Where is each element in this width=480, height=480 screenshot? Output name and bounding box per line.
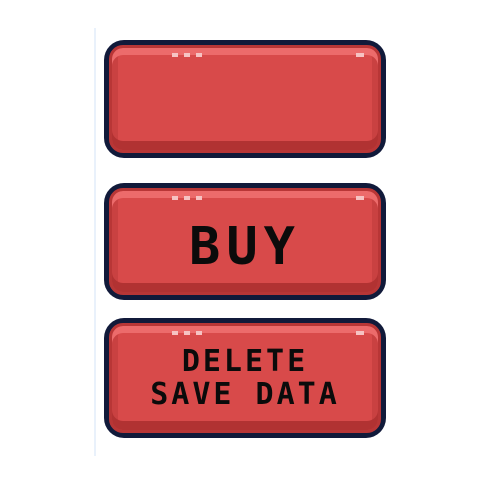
- highlight: [172, 53, 178, 57]
- highlight: [172, 196, 178, 200]
- highlight: [356, 331, 364, 335]
- delete-save-data-label: DELETE SAVE DATA: [150, 345, 340, 411]
- highlight: [184, 196, 190, 200]
- buy-button-face: BUY: [109, 188, 381, 295]
- highlight: [196, 196, 202, 200]
- highlight: [172, 331, 178, 335]
- delete-save-data-button-face: DELETE SAVE DATA: [109, 323, 381, 433]
- highlight: [356, 196, 364, 200]
- blank-button-face: [109, 45, 381, 153]
- highlight: [356, 53, 364, 57]
- delete-save-data-button[interactable]: DELETE SAVE DATA: [104, 318, 386, 438]
- edge-divider: [94, 28, 96, 456]
- buy-button-label: BUY: [189, 216, 301, 277]
- buy-button[interactable]: BUY: [104, 183, 386, 300]
- highlight: [196, 331, 202, 335]
- delete-label-line1: DELETE: [181, 344, 309, 379]
- highlight: [196, 53, 202, 57]
- highlight: [184, 331, 190, 335]
- highlight: [184, 53, 190, 57]
- blank-button[interactable]: [104, 40, 386, 158]
- delete-label-line2: SAVE DATA: [150, 377, 340, 412]
